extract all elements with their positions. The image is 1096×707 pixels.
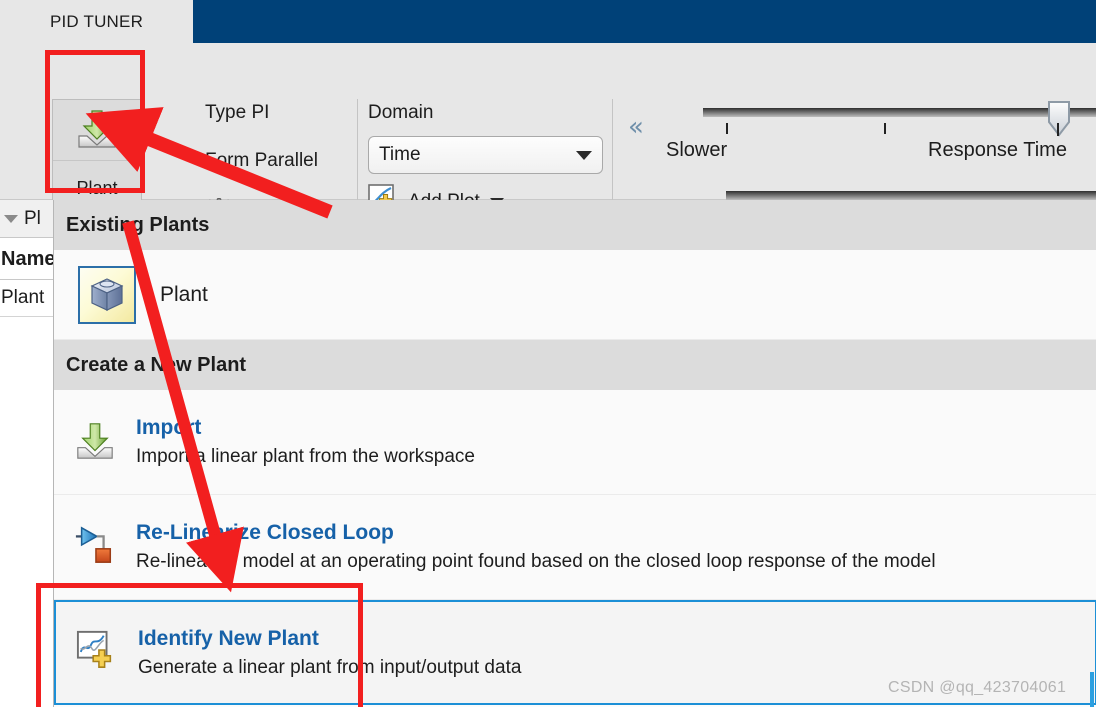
annotation-highlight-identify-new-plant <box>36 583 363 707</box>
form-row[interactable]: Form Parallel <box>205 150 318 172</box>
domain-select-value: Time <box>379 144 576 166</box>
tab-pid-tuner-label: PID TUNER <box>50 12 143 32</box>
menu-item-relinearize-title: Re-Linearize Closed Loop <box>136 521 936 545</box>
data-browser-column-header: Name <box>0 239 53 280</box>
data-browser-section-header[interactable]: Pl <box>0 200 53 238</box>
tab-strip: PID TUNER <box>0 0 1096 44</box>
ribbon-toolbar: Plant Type PI Form Parallel <box>0 44 1096 200</box>
relinearize-icon <box>74 524 116 571</box>
import-arrow-icon <box>74 421 116 463</box>
annotation-highlight-plant-button <box>45 50 145 193</box>
menu-item-plant[interactable]: Plant <box>54 250 1096 340</box>
tab-bar-accent <box>193 0 1096 43</box>
slider-tick <box>726 123 728 134</box>
menu-item-import[interactable]: Import Import a linear plant from the wo… <box>54 390 1096 495</box>
collapse-panel-icon[interactable]: « <box>628 114 644 140</box>
tab-pid-tuner[interactable]: PID TUNER <box>0 0 193 44</box>
response-time-slider-track[interactable] <box>703 108 1096 117</box>
chevron-down-icon <box>4 215 18 223</box>
domain-select[interactable]: Time <box>368 136 603 174</box>
list-item[interactable]: Plant <box>0 280 53 317</box>
slider-label-slower: Slower <box>666 139 727 162</box>
menu-item-import-desc: Import a linear plant from the workspace <box>136 446 475 468</box>
menu-item-import-title: Import <box>136 416 475 440</box>
slider-tick <box>884 123 886 134</box>
scrollbar-accent <box>1090 672 1094 707</box>
slider-tick <box>1057 123 1059 136</box>
menu-section-header-existing-plants: Existing Plants <box>54 200 1096 250</box>
chevron-down-icon <box>576 151 592 160</box>
column-header-name: Name <box>0 248 55 271</box>
transient-behavior-slider-track[interactable] <box>726 191 1096 200</box>
menu-item-plant-label: Plant <box>160 283 208 307</box>
watermark-text: CSDN @qq_423704061 <box>888 679 1066 697</box>
list-item-label: Plant <box>0 287 44 309</box>
plant-cube-icon <box>78 266 136 324</box>
response-time-slider-handle[interactable] <box>1046 100 1072 137</box>
menu-item-relinearize-desc: Re-linearize model at an operating point… <box>136 551 936 573</box>
menu-section-header-create-new-plant: Create a New Plant <box>54 340 1096 390</box>
domain-label: Domain <box>368 102 603 124</box>
data-browser-section-title: Pl <box>24 208 41 230</box>
type-row[interactable]: Type PI <box>205 102 269 124</box>
slider-label-response-time: Response Time <box>928 139 1067 162</box>
